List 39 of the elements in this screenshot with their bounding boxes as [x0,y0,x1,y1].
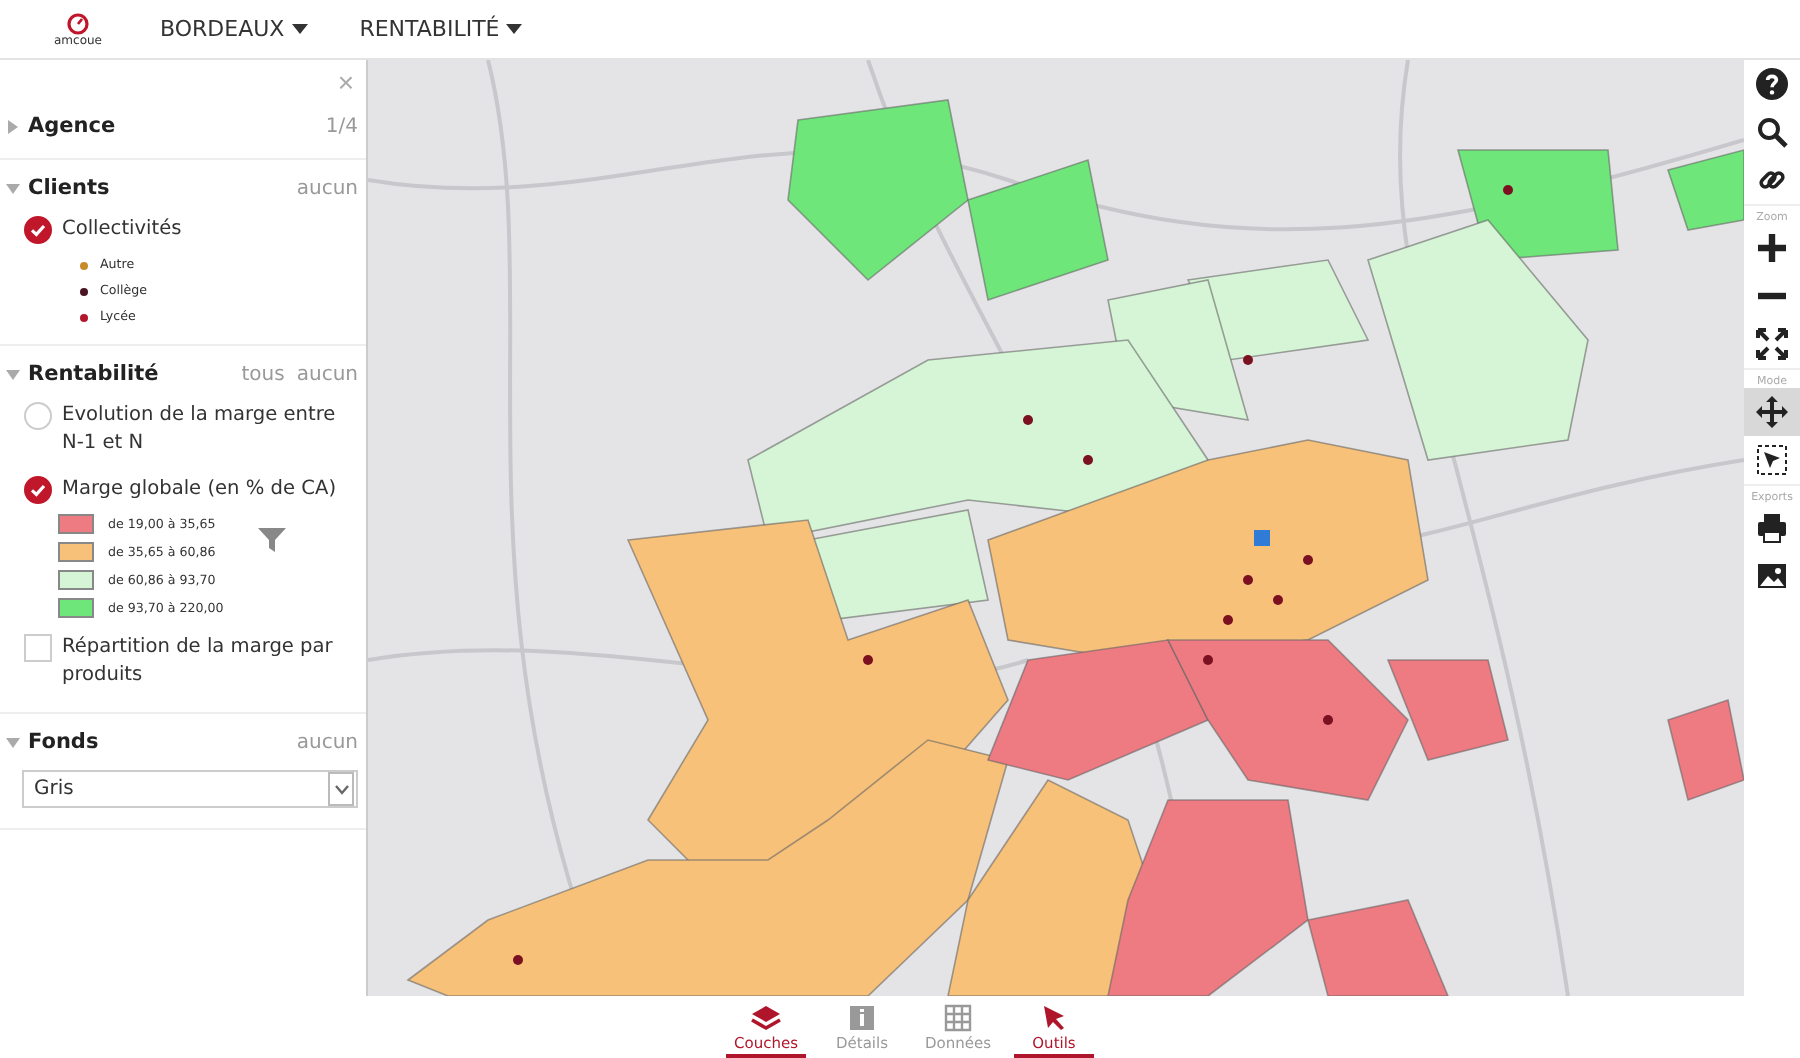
nav-menu[interactable]: BORDEAUX [152,16,316,42]
expand-arrows-icon [1756,328,1788,360]
filter-icon[interactable] [255,524,288,556]
section-action-link[interactable]: tous [241,363,285,385]
checkmark-icon [28,480,48,500]
option-label: Répartition de la marge par produits [62,634,335,690]
section-action-link[interactable]: aucun [296,177,358,199]
section-action-link[interactable]: aucun [296,731,358,753]
nav-menu[interactable]: RENTABILITÉ [351,16,531,42]
search-icon [1756,116,1788,148]
section-title: Clients [28,176,110,200]
pan-button[interactable] [1744,388,1800,436]
checkbox[interactable] [24,634,52,662]
option-label: Collectivités [62,216,182,244]
radio-button[interactable] [24,216,52,244]
caret-icon [291,24,308,35]
option-label: Marge globale (en % de CA) [62,476,337,504]
help-icon [1756,68,1788,100]
option-label: Evolution de la marge entre N-1 et N [62,402,338,458]
chevron-down-icon [333,783,349,795]
section-action-link[interactable]: aucun [296,363,358,385]
move-arrows-icon [1756,396,1788,428]
checkmark-icon [28,220,48,240]
section-action-link[interactable]: 1/4 [325,115,358,137]
layers-icon [750,1004,782,1032]
cursor-icon [1038,1004,1070,1032]
section-title: Fonds [28,730,99,754]
close-button[interactable]: × [333,66,358,98]
section-title: Rentabilité [28,362,159,386]
printer-icon [1756,512,1788,544]
selection-cursor-icon [1756,444,1788,476]
basemap-dropdown[interactable]: Gris [22,770,358,808]
image-icon [1756,560,1788,592]
radio-button[interactable] [24,476,52,504]
plus-icon [1756,232,1788,264]
section-title: Agence [28,114,116,138]
grid-icon [942,1004,974,1032]
caret-icon [506,24,523,35]
info-icon [846,1004,878,1032]
